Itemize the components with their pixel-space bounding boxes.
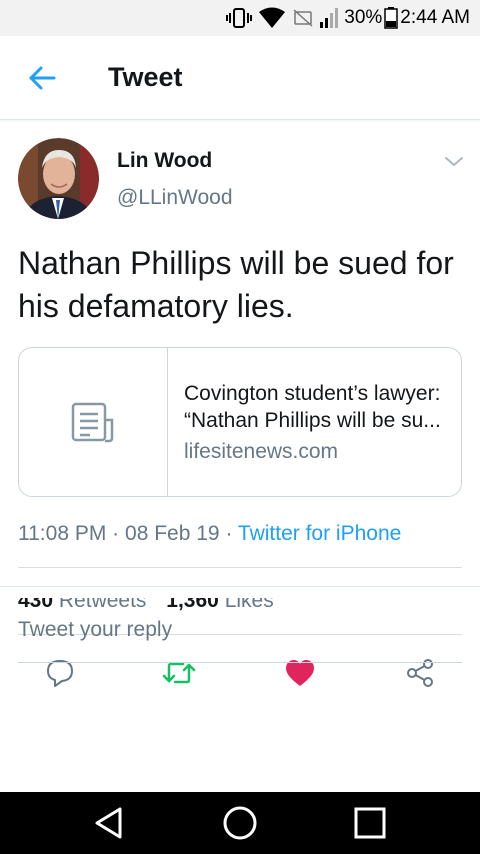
card-title-line1: Covington student’s lawyer: <box>184 382 441 405</box>
battery-percent: 30% <box>344 7 383 28</box>
tweet-meta: 11:08 PM · 08 Feb 19 · Twitter for iPhon… <box>18 522 401 546</box>
signal-icon <box>320 7 339 29</box>
author-handle[interactable]: @LLinWood <box>117 186 233 210</box>
nav-home-button[interactable] <box>218 801 262 845</box>
reply-separator <box>0 586 480 598</box>
tweet-text: Nathan Phillips will be sued for his def… <box>18 245 454 324</box>
heart-icon <box>286 660 314 686</box>
tweet-menu-button[interactable] <box>442 149 466 173</box>
arrow-left-icon <box>29 66 56 90</box>
battery-icon <box>384 7 399 29</box>
card-domain: lifesitenews.com <box>184 440 339 463</box>
card-title: Covington student’s lawyer: “Nathan Phil… <box>184 380 454 434</box>
author-name[interactable]: Lin Wood <box>117 149 212 173</box>
back-button[interactable] <box>24 60 60 96</box>
recents-square-icon <box>354 807 386 839</box>
vibrate-icon <box>226 7 253 29</box>
avatar-photo <box>18 138 99 219</box>
tweet-time: 11:08 PM <box>18 522 107 545</box>
home-circle-icon <box>223 806 257 840</box>
status-bar: 30% 2:44 AM <box>0 0 480 36</box>
meta-separator: · <box>112 522 120 545</box>
system-nav-bar <box>0 792 480 854</box>
no-sim-icon <box>292 7 314 29</box>
chevron-down-icon <box>445 157 463 166</box>
back-triangle-icon <box>95 807 122 839</box>
nav-back-button[interactable] <box>87 801 131 845</box>
avatar[interactable] <box>18 138 99 219</box>
reply-input[interactable]: Tweet your reply <box>18 618 462 663</box>
wifi-icon <box>258 7 286 29</box>
meta-separator: · <box>225 522 233 545</box>
link-card[interactable]: Covington student’s lawyer: “Nathan Phil… <box>18 347 462 497</box>
divider <box>18 567 462 568</box>
tweet-source-link[interactable]: Twitter for iPhone <box>238 522 401 545</box>
article-icon <box>71 402 114 443</box>
clock: 2:44 AM <box>400 7 470 28</box>
tweet-date: 08 Feb 19 <box>125 522 220 545</box>
page-title: Tweet <box>108 62 183 92</box>
nav-recents-button[interactable] <box>348 801 392 845</box>
card-title-line2: “Nathan Phillips will be su... <box>184 409 441 432</box>
card-thumbnail <box>19 348 168 496</box>
app-bar: Tweet <box>0 36 480 120</box>
